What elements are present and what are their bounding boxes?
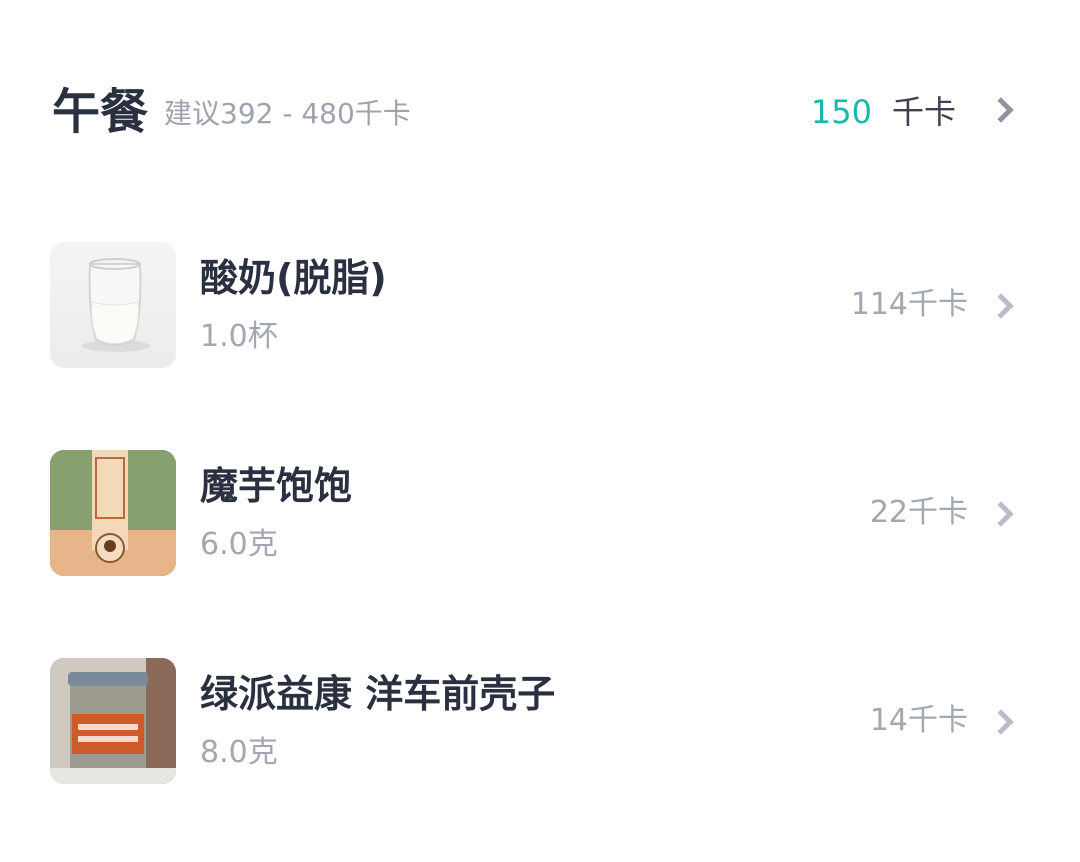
meal-total-value: 150 (810, 93, 872, 131)
chevron-right-icon[interactable] (988, 293, 1014, 319)
chevron-right-icon[interactable] (988, 97, 1014, 123)
food-amount: 1.0杯 (200, 319, 278, 354)
food-amount: 6.0克 (200, 527, 278, 562)
food-image-konjac (50, 450, 176, 576)
meal-header[interactable]: 午餐 建议392 - 480千卡 150 千卡 (0, 60, 1080, 164)
food-item-psyllium[interactable]: 绿派益康 洋车前壳子 8.0克 14千卡 (0, 658, 1080, 784)
chevron-right-icon[interactable] (988, 501, 1014, 527)
meal-total-unit: 千卡 (891, 93, 956, 131)
food-calories: 14千卡 (869, 703, 968, 738)
food-calories: 114千卡 (850, 287, 968, 322)
meal-suggestion: 建议392 - 480千卡 (164, 97, 411, 130)
food-calories: 22千卡 (869, 495, 968, 530)
chevron-right-icon[interactable] (988, 709, 1014, 735)
food-image-psyllium (50, 658, 176, 784)
food-name: 绿派益康 洋车前壳子 (200, 672, 556, 716)
food-amount: 8.0克 (200, 735, 278, 770)
food-image-yogurt (50, 242, 176, 368)
meal-total-calories: 150 千卡 (811, 92, 956, 132)
food-item-yogurt[interactable]: 酸奶(脱脂) 1.0杯 114千卡 (0, 242, 1080, 368)
food-name: 魔芋饱饱 (200, 464, 353, 508)
food-item-konjac[interactable]: 魔芋饱饱 6.0克 22千卡 (0, 450, 1080, 576)
food-name: 酸奶(脱脂) (200, 256, 387, 300)
meal-title: 午餐 (52, 84, 149, 140)
